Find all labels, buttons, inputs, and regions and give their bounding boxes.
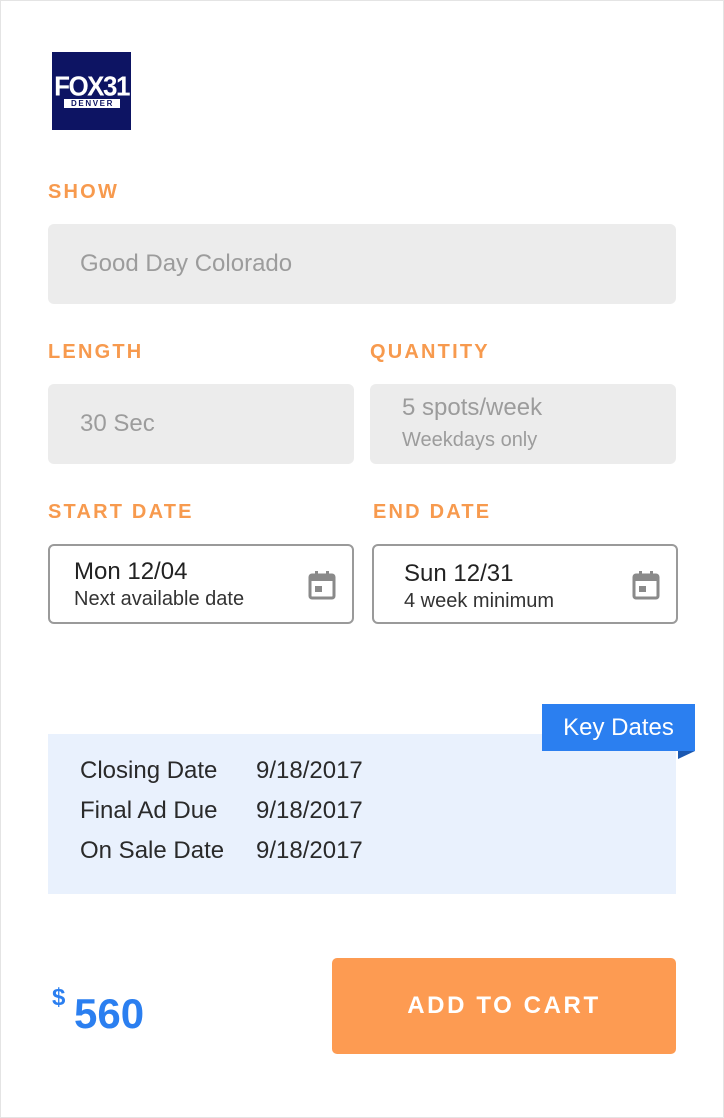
show-label: SHOW [48,181,120,203]
quantity-label: QUANTITY [370,341,490,363]
start-date-field[interactable]: Mon 12/04 Next available date [48,544,354,624]
quantity-note: Weekdays only [402,429,538,451]
calendar-icon[interactable] [632,570,660,600]
end-date-note: 4 week minimum [404,590,555,612]
calendar-icon[interactable] [308,570,336,600]
key-date-label: On Sale Date [80,837,225,864]
price-currency: $ [52,984,66,1011]
end-date-value: Sun 12/31 [404,560,514,587]
quantity-value: 5 spots/week [402,394,543,421]
quantity-field[interactable]: 5 spots/week Weekdays only [370,384,676,464]
fox31-denver-logo: FOX31 DENVER [52,52,131,130]
show-field[interactable]: Good Day Colorado [48,224,676,304]
show-value: Good Day Colorado [80,250,293,277]
key-date-label: Closing Date [80,757,218,784]
key-date-label: Final Ad Due [80,797,218,824]
key-dates-badge-fold [678,751,695,759]
logo-main-text: FOX31 [54,70,130,102]
end-date-label: END DATE [373,501,492,523]
length-field[interactable]: 30 Sec [48,384,354,464]
key-date-row: Final Ad Due 9/18/2017 [80,796,363,826]
start-date-note: Next available date [74,588,245,610]
key-date-value: 9/18/2017 [256,757,363,784]
key-date-row: On Sale Date 9/18/2017 [80,836,363,866]
length-label: LENGTH [48,341,144,363]
end-date-field[interactable]: Sun 12/31 4 week minimum [372,544,678,624]
key-date-row: Closing Date 9/18/2017 [80,756,363,786]
price-amount: 560 [74,990,145,1037]
key-date-value: 9/18/2017 [256,837,363,864]
add-to-cart-button[interactable]: ADD TO CART [332,958,676,1054]
key-dates-panel: Closing Date 9/18/2017 Final Ad Due 9/18/2… [48,734,676,894]
key-date-value: 9/18/2017 [256,797,363,824]
length-value: 30 Sec [80,410,155,437]
start-date-label: START DATE [48,501,194,523]
key-dates-badge: Key Dates [542,704,695,751]
start-date-value: Mon 12/04 [74,558,188,585]
